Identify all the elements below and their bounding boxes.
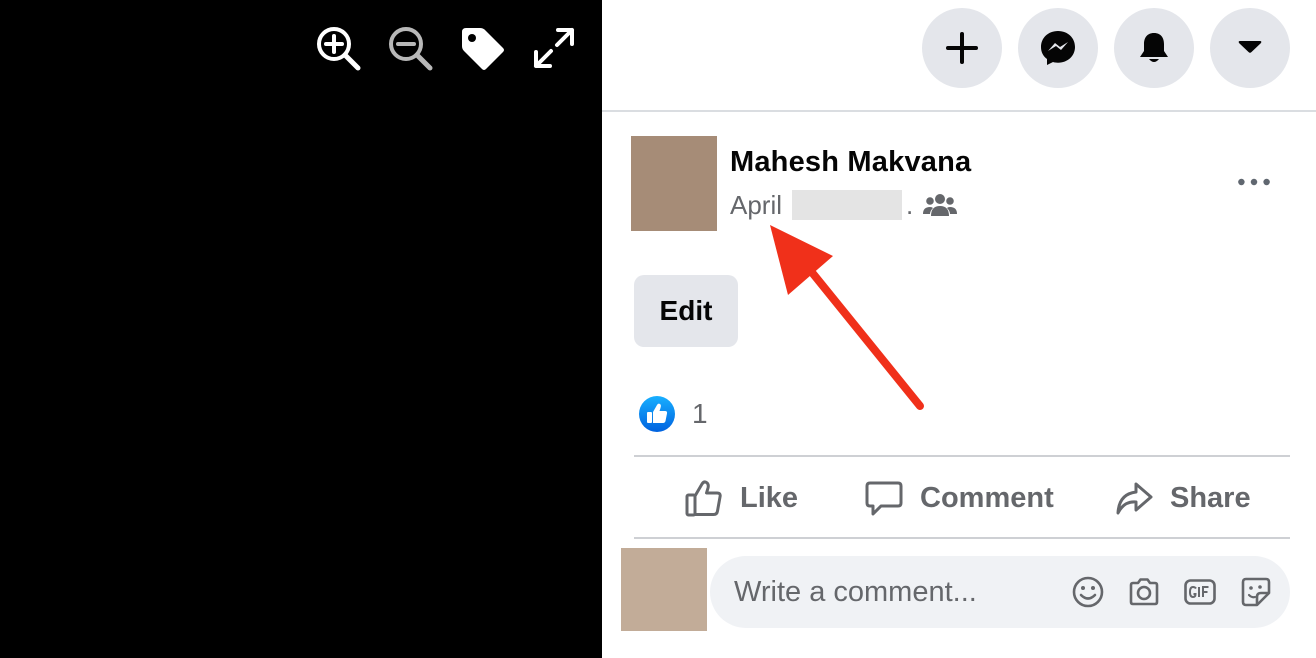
messenger-button[interactable]: [1018, 8, 1098, 88]
fullscreen-icon: [534, 28, 574, 68]
create-button[interactable]: [922, 8, 1002, 88]
thumbs-up-icon: [685, 480, 722, 517]
redacted-date: [792, 190, 903, 220]
more-horizontal-icon: [1238, 178, 1270, 186]
notifications-button[interactable]: [1114, 8, 1194, 88]
emoji-icon: [1072, 576, 1104, 608]
post-date[interactable]: April: [730, 190, 782, 221]
messenger-icon: [1041, 31, 1075, 65]
fullscreen-button[interactable]: [528, 22, 580, 74]
author-avatar[interactable]: [631, 136, 717, 231]
photo-button[interactable]: [1122, 570, 1166, 614]
author-name[interactable]: Mahesh Makvana: [730, 146, 971, 179]
like-reaction-icon: [639, 396, 675, 432]
zoom-in-icon: [317, 27, 361, 71]
like-label: Like: [740, 481, 799, 514]
share-button[interactable]: Share: [1114, 466, 1251, 530]
audience-button[interactable]: [923, 192, 958, 218]
tag-button[interactable]: [456, 22, 508, 74]
reactions-summary[interactable]: 1: [638, 394, 708, 434]
plus-icon: [946, 32, 978, 64]
post-timestamp[interactable]: April .: [730, 189, 958, 221]
meta-separator: .: [906, 189, 914, 220]
comment-label: Comment: [920, 481, 1054, 514]
top-navigation: [602, 0, 1316, 112]
gif-icon: [1184, 579, 1216, 605]
post-panel: Mahesh Makvana April . Edit 1 Like Comme…: [602, 0, 1316, 658]
bell-icon: [1140, 33, 1168, 62]
like-button[interactable]: Like: [684, 466, 798, 530]
camera-icon: [1129, 578, 1159, 606]
account-menu-button[interactable]: [1210, 8, 1290, 88]
zoom-in-button[interactable]: [312, 22, 364, 74]
app-root: Mahesh Makvana April . Edit 1 Like Comme…: [0, 0, 1316, 658]
commenter-avatar[interactable]: [621, 548, 707, 631]
friends-icon: [923, 194, 958, 216]
caret-down-icon: [1238, 41, 1262, 53]
sticker-icon: [1241, 577, 1271, 607]
emoji-button[interactable]: [1066, 570, 1110, 614]
zoom-out-button[interactable]: [384, 22, 436, 74]
divider-top: [634, 455, 1290, 457]
edit-button[interactable]: Edit: [634, 275, 738, 347]
zoom-out-icon: [389, 27, 433, 71]
tag-icon: [462, 28, 504, 70]
share-label: Share: [1170, 481, 1251, 514]
reaction-count: 1: [692, 398, 708, 429]
comment-placeholder: Write a comment...: [734, 576, 977, 608]
comment-input[interactable]: Write a comment...: [710, 556, 1290, 628]
share-arrow-icon: [1116, 482, 1153, 515]
post-options-button[interactable]: [1224, 160, 1284, 204]
sticker-button[interactable]: [1234, 570, 1278, 614]
photo-viewer[interactable]: [0, 0, 602, 658]
comment-bubble-icon: [865, 481, 903, 516]
comment-button[interactable]: Comment: [864, 466, 1054, 530]
divider-bottom: [634, 537, 1290, 539]
gif-button[interactable]: [1178, 570, 1222, 614]
